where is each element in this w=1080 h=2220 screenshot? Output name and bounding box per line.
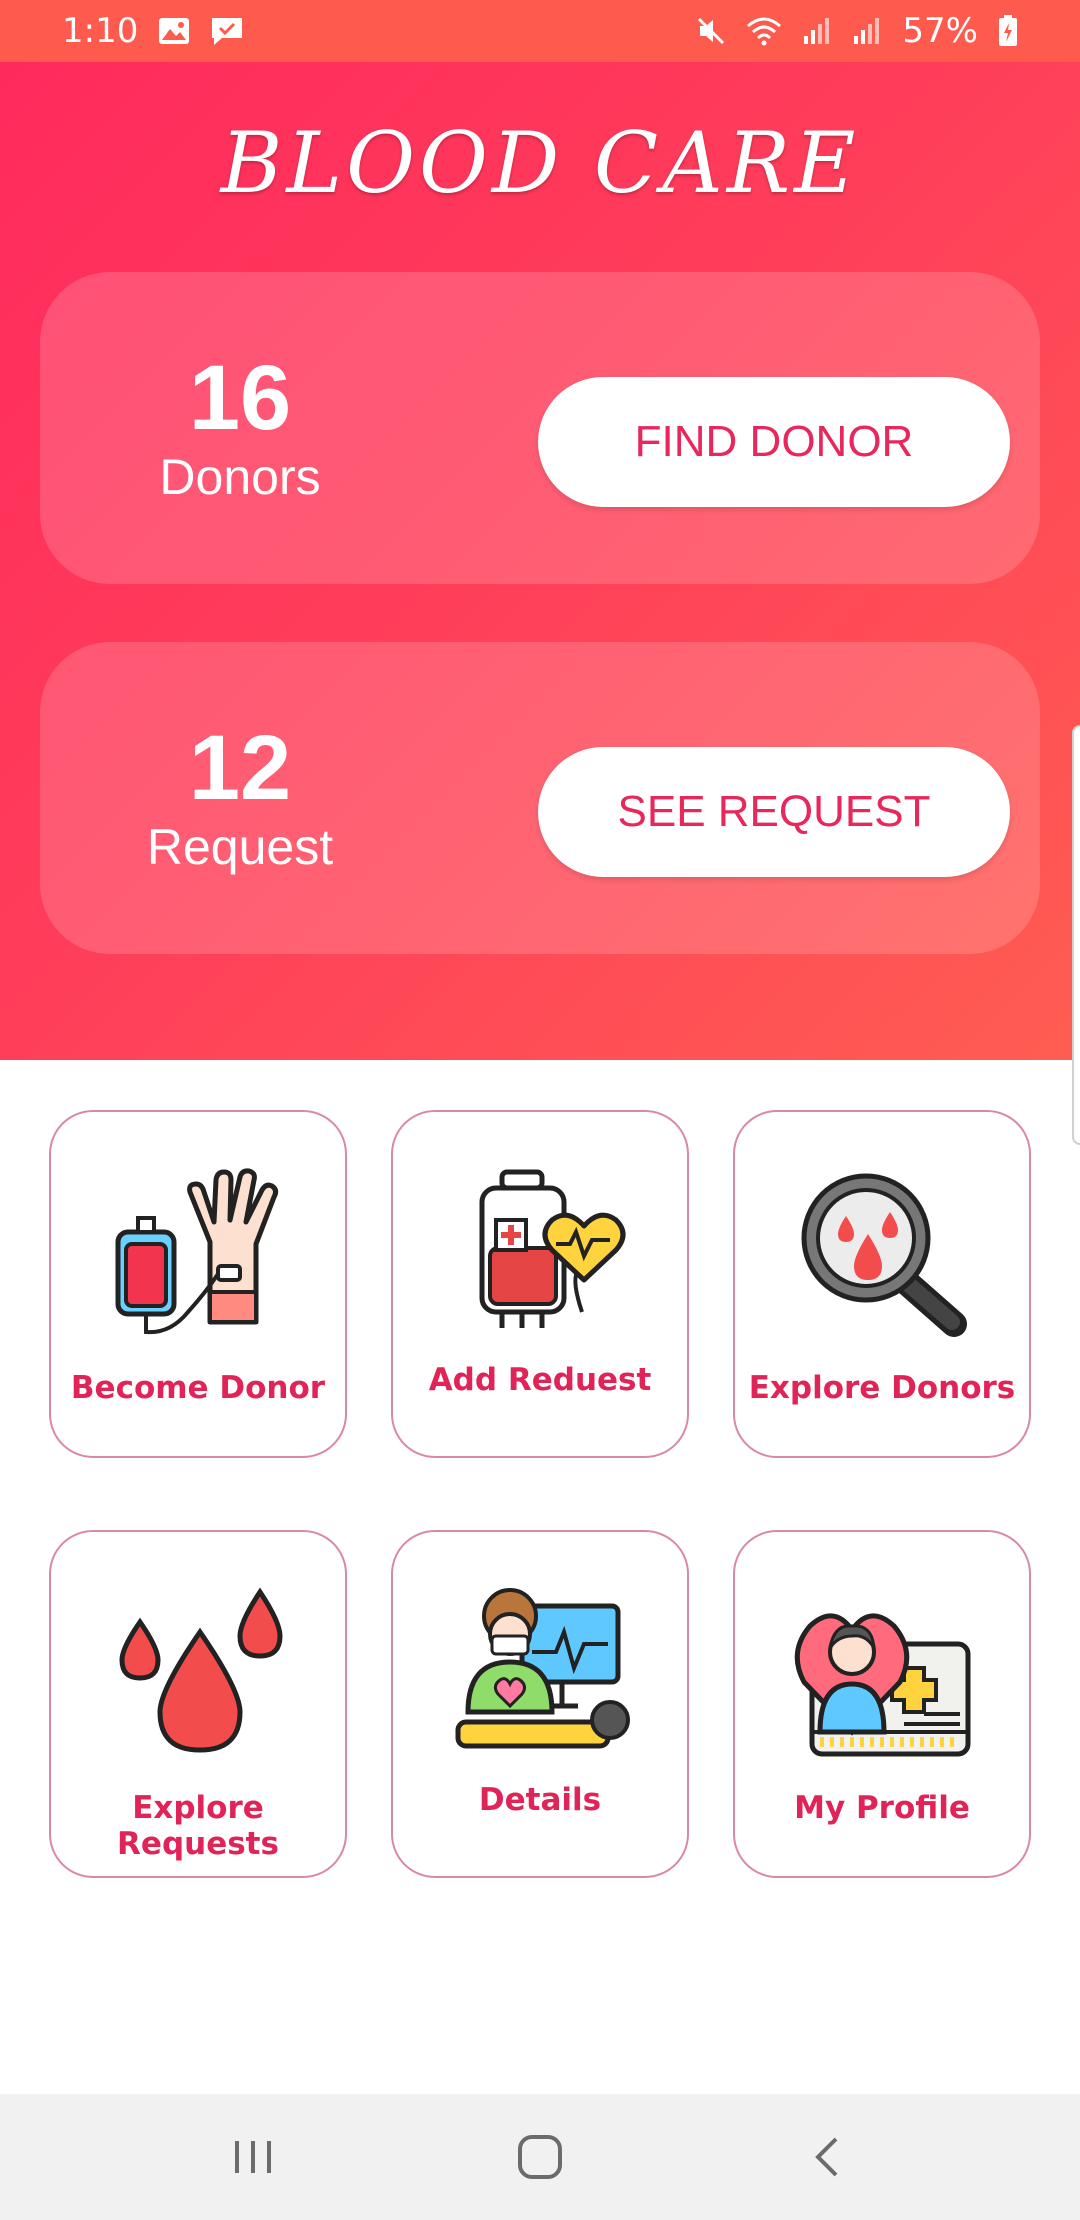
- blood-bag-heart-icon: [479, 1169, 626, 1328]
- header-panel: BLOOD CARE 16 Donors FIND DONOR 12 Reque…: [0, 62, 1080, 1060]
- back-icon: [814, 2137, 838, 2177]
- gallery-icon: [158, 17, 190, 45]
- tile-explore-requests[interactable]: Explore Requests: [49, 1530, 347, 1878]
- tile-become-donor[interactable]: Become Donor: [49, 1110, 347, 1458]
- system-nav-bar: [0, 2094, 1080, 2220]
- home-button[interactable]: [480, 2112, 600, 2202]
- donor-label: Donors: [159, 449, 321, 505]
- requests-card: 12 Request SEE REQUEST: [40, 642, 1040, 954]
- recent-apps-icon: [235, 2141, 272, 2173]
- tile-label: Become Donor: [70, 1370, 326, 1406]
- battery-percent: 57%: [902, 11, 978, 51]
- doctor-monitor-icon: [455, 1588, 630, 1749]
- wifi-icon: [746, 16, 782, 46]
- battery-icon: [998, 15, 1018, 47]
- signal-icon-2: [852, 16, 882, 46]
- tile-my-profile[interactable]: My Profile: [733, 1530, 1031, 1878]
- find-donor-button[interactable]: FIND DONOR: [538, 377, 1010, 507]
- message-icon: [210, 16, 244, 46]
- blood-bag-hand-icon: [115, 1168, 279, 1335]
- tile-details[interactable]: Details: [391, 1530, 689, 1878]
- recent-apps-button[interactable]: [193, 2112, 313, 2202]
- status-bar: 1:10 57%: [0, 0, 1080, 62]
- donor-count: 16: [188, 347, 292, 449]
- back-button[interactable]: [767, 2112, 887, 2202]
- tile-label: Explore Donors: [748, 1370, 1016, 1406]
- tile-label: Add Reduest: [428, 1362, 652, 1398]
- blood-drops-icon: [119, 1587, 283, 1753]
- signal-icon: [802, 16, 832, 46]
- see-request-button[interactable]: SEE REQUEST: [538, 747, 1010, 877]
- edge-panel-handle[interactable]: [1072, 725, 1080, 1145]
- request-label: Request: [146, 819, 334, 875]
- magnifier-blood-icon: [801, 1173, 967, 1337]
- tile-label: Explore Requests: [117, 1790, 279, 1862]
- home-icon: [517, 2135, 562, 2179]
- request-count: 12: [188, 717, 292, 819]
- tile-label: Details: [478, 1782, 602, 1818]
- tile-label: My Profile: [794, 1790, 970, 1826]
- donors-card: 16 Donors FIND DONOR: [40, 272, 1040, 584]
- tile-explore-donors[interactable]: Explore Donors: [733, 1110, 1031, 1458]
- profile-card-icon: [794, 1613, 971, 1757]
- status-time: 1:10: [62, 11, 139, 51]
- mute-icon: [696, 16, 726, 46]
- tile-add-request[interactable]: Add Reduest: [391, 1110, 689, 1458]
- app-title: BLOOD CARE: [220, 114, 860, 212]
